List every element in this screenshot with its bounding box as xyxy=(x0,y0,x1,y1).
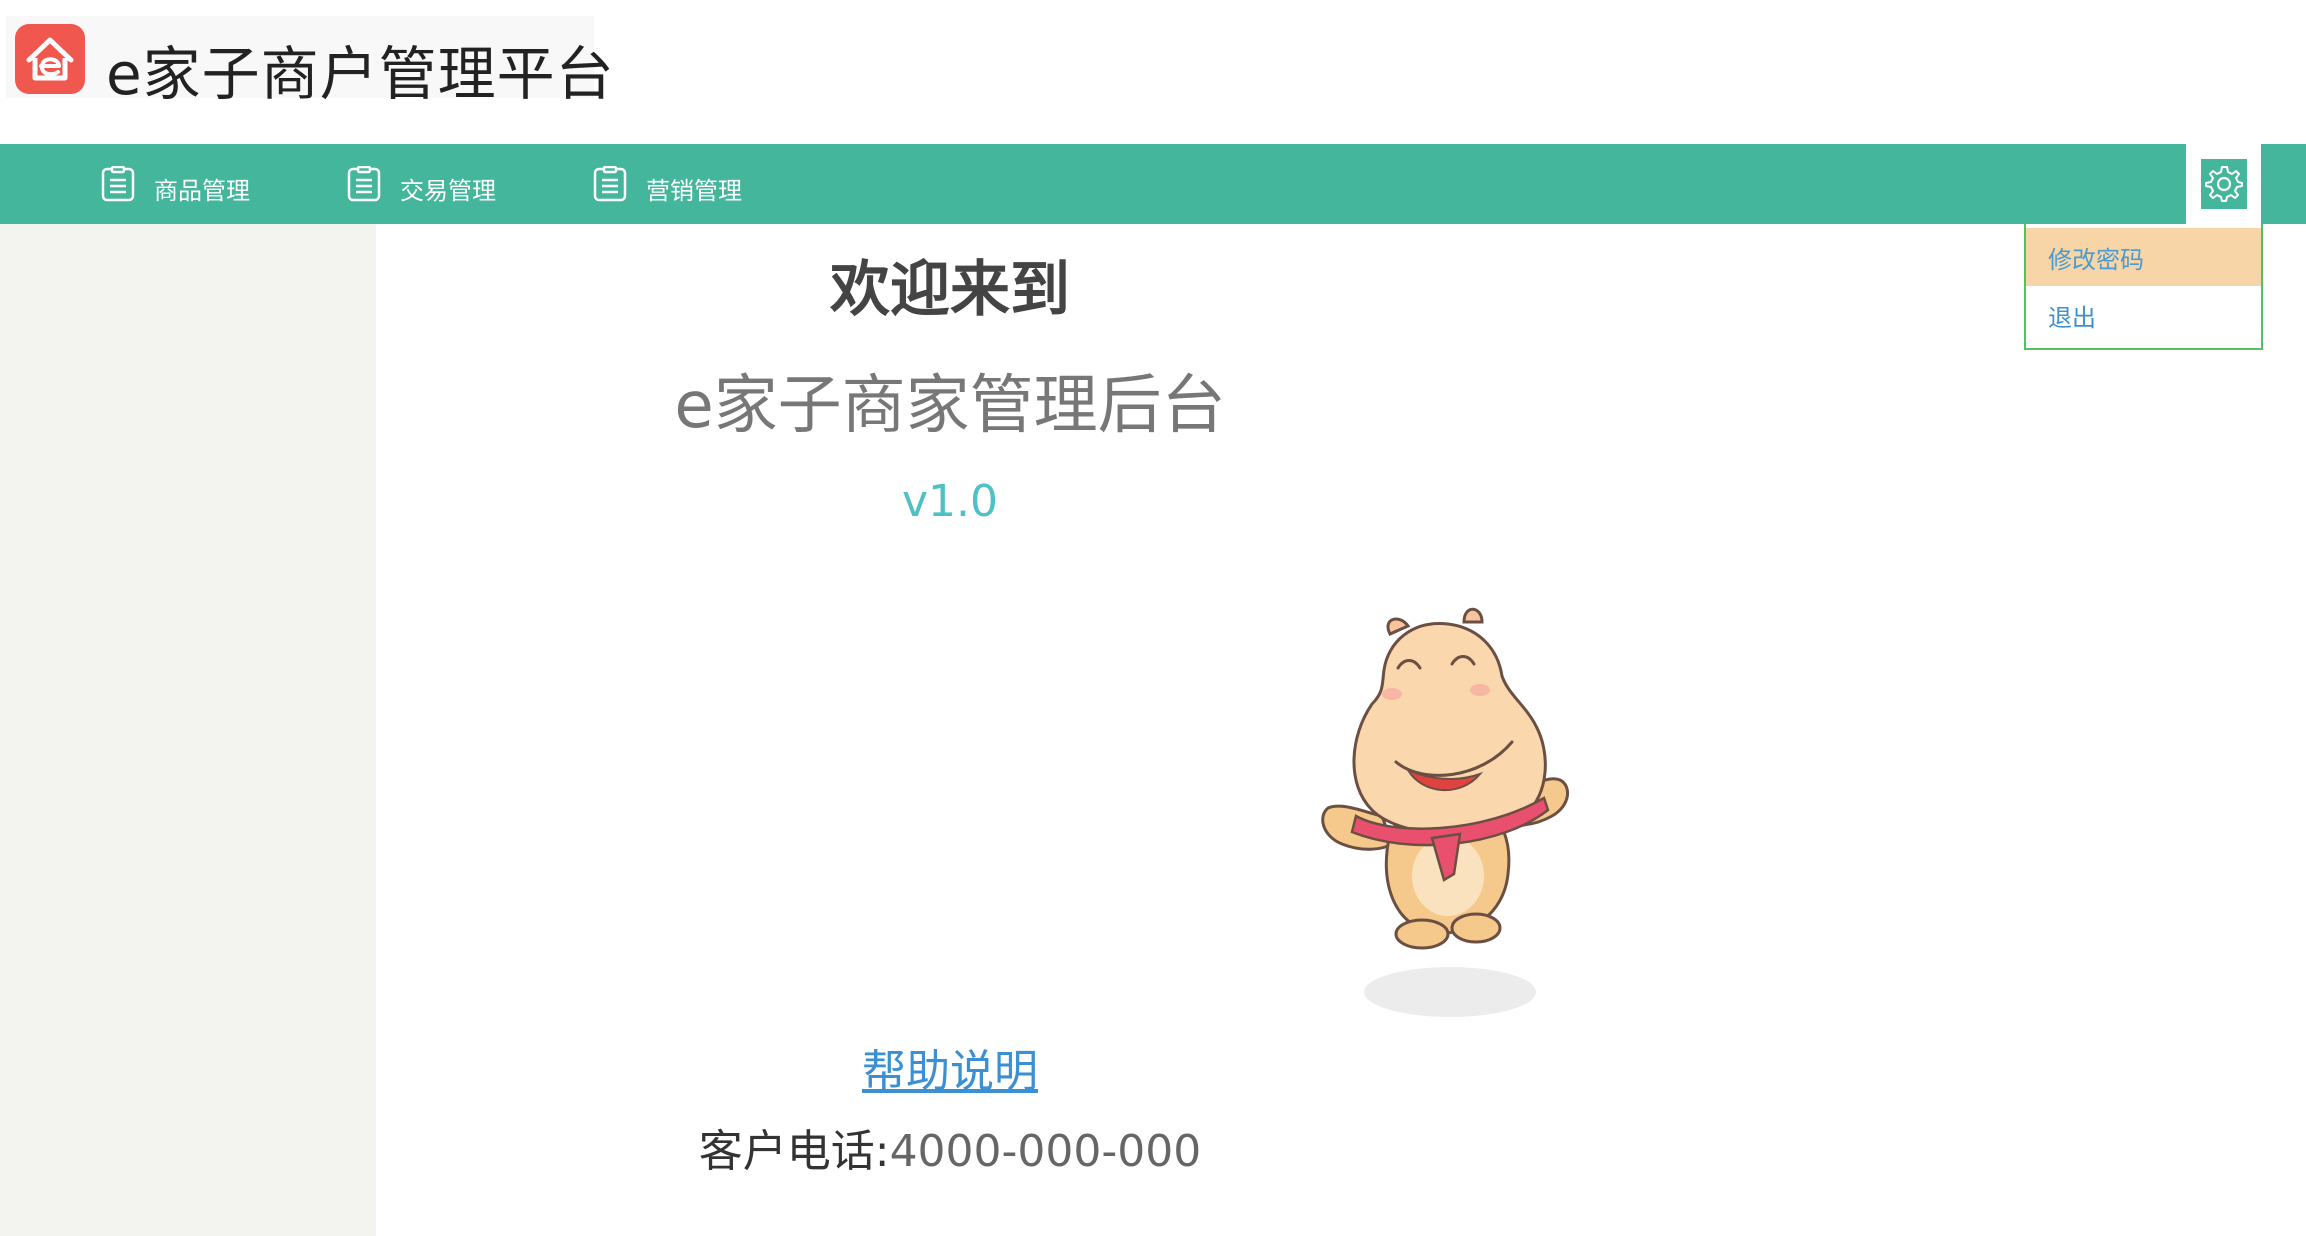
customer-phone: 客户电话:4000-000-000 xyxy=(376,1122,1524,1182)
app-title: e家子商户管理平台 xyxy=(106,40,615,108)
logo-area: e家子商户管理平台 xyxy=(6,16,614,108)
customer-phone-label: 客户电话: xyxy=(698,1126,890,1177)
platform-subtitle: e家子商家管理后台 xyxy=(674,369,1226,443)
clipboard-icon xyxy=(346,165,382,202)
nav-label: 营销管理 xyxy=(646,176,742,205)
hippo-mascot-image xyxy=(1312,584,1582,1044)
sidebar xyxy=(0,224,376,1236)
clipboard-icon xyxy=(592,165,628,202)
customer-phone-value: 4000-000-000 xyxy=(889,1126,1202,1177)
clipboard-icon xyxy=(100,165,136,202)
header: e家子商户管理平台 xyxy=(0,0,2306,144)
nav-item-marketing-management[interactable]: 营销管理 xyxy=(592,144,742,224)
nav-item-product-management[interactable]: 商品管理 xyxy=(100,144,250,224)
top-navbar: 商品管理 交易管理 营销管理 xyxy=(0,144,2306,224)
e-home-logo-icon xyxy=(15,24,85,94)
gear-icon xyxy=(2200,159,2247,209)
main-content: 欢迎来到 e家子商家管理后台 v1.0 帮助说明 客户电话:4000-000-0… xyxy=(376,224,2306,1236)
version-label: v1.0 xyxy=(901,476,998,527)
nav-item-transaction-management[interactable]: 交易管理 xyxy=(346,144,496,224)
nav-label: 商品管理 xyxy=(154,176,250,205)
nav-label: 交易管理 xyxy=(400,176,496,205)
welcome-heading: 欢迎来到 xyxy=(830,255,1070,325)
settings-button[interactable] xyxy=(2186,144,2261,224)
help-link[interactable]: 帮助说明 xyxy=(376,1042,1524,1102)
